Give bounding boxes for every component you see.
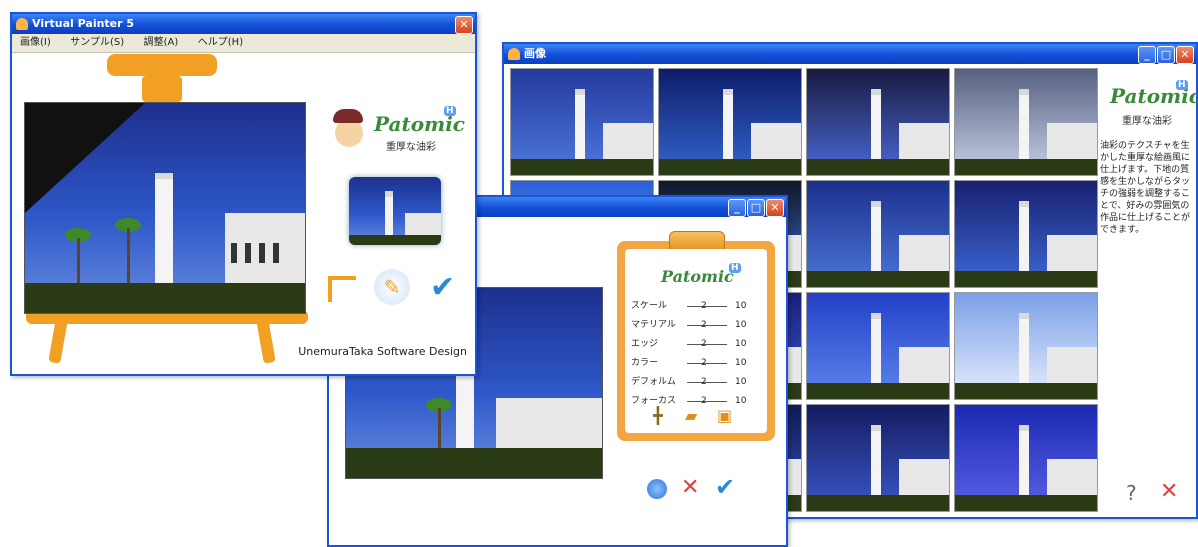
param-row: エッジ 2 10 xyxy=(631,335,761,353)
param-row: カラー 2 10 xyxy=(631,354,761,372)
gallery-title: 画像 xyxy=(524,47,546,60)
window-icon xyxy=(16,18,28,30)
cancel-button[interactable]: ✕ xyxy=(681,477,699,499)
param-max: 10 xyxy=(735,320,747,330)
add-icon[interactable]: ╋ xyxy=(653,407,663,425)
thumbnail-3[interactable] xyxy=(806,68,950,176)
param-slider[interactable] xyxy=(687,401,727,402)
param-slider[interactable] xyxy=(687,363,727,364)
param-row: スケール 2 10 xyxy=(631,297,761,315)
param-value[interactable]: 2 xyxy=(701,373,707,391)
window-icon xyxy=(508,48,520,60)
parameters-panel: Patomic H スケール 2 10 マテリアル 2 10 エッジ 2 10 カラー 2 10 デフォ… xyxy=(625,249,767,433)
main-window: Virtual Painter 5 ✕ 画像(I) サンプル(S) 調整(A) … xyxy=(10,12,477,376)
settings-logo-text: Patomic xyxy=(661,267,734,286)
main-titlebar[interactable]: Virtual Painter 5 ✕ xyxy=(12,14,475,34)
painter-avatar xyxy=(329,109,369,151)
main-logo-badge: H xyxy=(444,106,456,116)
menu-adjust[interactable]: 調整(A) xyxy=(136,34,187,52)
frame-icon[interactable] xyxy=(328,276,356,302)
param-value[interactable]: 2 xyxy=(701,316,707,334)
main-title: Virtual Painter 5 xyxy=(32,17,135,30)
gallery-logo-badge: H xyxy=(1176,80,1188,90)
param-slider[interactable] xyxy=(687,344,727,345)
param-slider[interactable] xyxy=(687,306,727,307)
param-label: デフォルム xyxy=(631,377,676,387)
thumbnail-2[interactable] xyxy=(658,68,802,176)
param-value[interactable]: 2 xyxy=(701,354,707,372)
help-icon[interactable]: ? xyxy=(1126,481,1137,505)
param-label: マテリアル xyxy=(631,320,676,330)
param-value[interactable]: 2 xyxy=(701,392,707,410)
param-max: 10 xyxy=(735,377,747,387)
param-label: カラー xyxy=(631,358,659,368)
param-label: エッジ xyxy=(631,339,659,349)
ok-button[interactable]: ✔ xyxy=(715,475,735,499)
close-icon[interactable]: ✕ xyxy=(1176,46,1194,64)
settings-logo-badge: H xyxy=(729,263,741,273)
maximize-icon[interactable]: □ xyxy=(747,199,765,217)
save-icon[interactable]: ▣ xyxy=(717,407,732,425)
param-value[interactable]: 2 xyxy=(701,335,707,353)
menu-sample[interactable]: サンプル(S) xyxy=(62,34,132,52)
minimize-icon[interactable]: _ xyxy=(728,199,746,217)
gallery-logo-subtitle: 重厚な油彩 xyxy=(1122,116,1172,127)
gallery-close-button[interactable]: ✕ xyxy=(1160,481,1178,503)
param-slider[interactable] xyxy=(687,382,727,383)
thumbnail-8[interactable] xyxy=(954,180,1098,288)
thumbnail-4[interactable] xyxy=(954,68,1098,176)
param-max: 10 xyxy=(735,358,747,368)
menu-help[interactable]: ヘルプ(H) xyxy=(190,34,251,52)
minimize-icon[interactable]: _ xyxy=(1138,46,1156,64)
gallery-titlebar[interactable]: 画像 _ □ ✕ xyxy=(504,44,1196,64)
menu-bar: 画像(I) サンプル(S) 調整(A) ヘルプ(H) xyxy=(12,34,475,53)
thumbnail-16[interactable] xyxy=(954,404,1098,512)
thumbnail-1[interactable] xyxy=(510,68,654,176)
param-slider[interactable] xyxy=(687,325,727,326)
style-description: 油彩のテクスチャを生かした重厚な絵画風に仕上げます。下地の質感を生かしながらタッ… xyxy=(1100,141,1191,235)
menu-image[interactable]: 画像(I) xyxy=(12,34,59,52)
credit-text: UnemuraTaka Software Design xyxy=(298,345,467,358)
close-icon[interactable]: ✕ xyxy=(766,199,784,217)
maximize-icon[interactable]: □ xyxy=(1157,46,1175,64)
param-row: デフォルム 2 10 xyxy=(631,373,761,391)
main-logo-subtitle: 重厚な油彩 xyxy=(386,142,436,153)
folder-icon[interactable]: ▰ xyxy=(685,407,697,425)
parameters-clipboard: Patomic H スケール 2 10 マテリアル 2 10 エッジ 2 10 カラー 2 10 デフォ… xyxy=(617,231,775,441)
info-icon[interactable] xyxy=(647,479,667,499)
thumbnail-11[interactable] xyxy=(806,292,950,400)
thumbnail-15[interactable] xyxy=(806,404,950,512)
style-thumbnail[interactable] xyxy=(349,177,441,245)
param-max: 10 xyxy=(735,339,747,349)
checkmark-icon[interactable]: ✔ xyxy=(430,270,455,305)
painting-canvas xyxy=(24,102,306,314)
thumbnail-12[interactable] xyxy=(954,292,1098,400)
param-label: スケール xyxy=(631,301,668,311)
close-icon[interactable]: ✕ xyxy=(455,16,473,34)
pen-hand-icon[interactable]: ✎ xyxy=(374,269,410,305)
param-max: 10 xyxy=(735,396,747,406)
thumbnail-7[interactable] xyxy=(806,180,950,288)
param-max: 10 xyxy=(735,301,747,311)
param-value[interactable]: 2 xyxy=(701,297,707,315)
param-row: マテリアル 2 10 xyxy=(631,316,761,334)
